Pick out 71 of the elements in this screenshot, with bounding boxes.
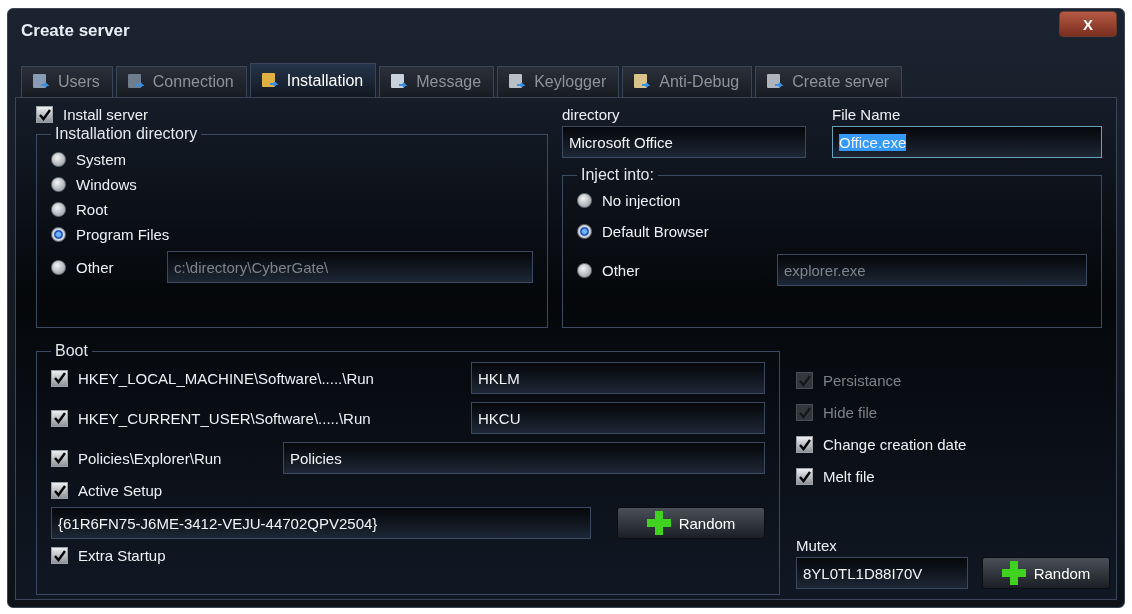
- radio-button[interactable]: [51, 227, 66, 242]
- group-title: Boot: [54, 342, 89, 360]
- checkbox[interactable]: [796, 468, 813, 485]
- radio-button[interactable]: [577, 262, 592, 278]
- radio-label: Other: [602, 261, 640, 279]
- check-icon: [798, 406, 811, 419]
- check-icon: [53, 484, 66, 497]
- check-icon: [798, 374, 811, 387]
- check-icon: [53, 372, 66, 384]
- checkbox[interactable]: [36, 106, 53, 123]
- checkbox-label: HKEY_LOCAL_MACHINE\Software\.....\Run: [78, 369, 374, 387]
- path-field[interactable]: c:\directory\CyberGate\: [167, 251, 533, 283]
- group-title: Installation directory: [54, 125, 199, 143]
- random-button[interactable]: Random: [982, 557, 1110, 589]
- check-icon: [38, 108, 51, 121]
- plus-icon: [1001, 561, 1026, 585]
- checkbox[interactable]: [51, 482, 68, 499]
- close-button[interactable]: X: [1059, 11, 1117, 37]
- tab[interactable]: Keylogger: [497, 66, 620, 97]
- radio-label: Other: [76, 258, 114, 276]
- checkbox[interactable]: [51, 449, 68, 467]
- tab[interactable]: Installation: [249, 63, 377, 97]
- checkbox[interactable]: [51, 547, 68, 564]
- tab[interactable]: Users: [21, 66, 113, 97]
- check-icon: [53, 412, 66, 424]
- directory-field[interactable]: Microsoft Office: [562, 126, 806, 158]
- checkbox-label: Extra Startup: [78, 547, 166, 564]
- radio-button[interactable]: [577, 193, 592, 208]
- process-field[interactable]: explorer.exe: [777, 254, 1087, 286]
- checkbox-label: Melt file: [823, 468, 875, 485]
- tab[interactable]: Create server: [755, 66, 903, 97]
- radio-label: No injection: [602, 192, 681, 209]
- random-button[interactable]: Random: [617, 507, 765, 539]
- radio-label: Root: [76, 201, 108, 218]
- field-label: File Name: [832, 106, 902, 123]
- tab[interactable]: Anti-Debug: [622, 66, 753, 97]
- field-label: directory: [562, 106, 621, 123]
- window-title: Create server: [21, 21, 130, 41]
- checkbox[interactable]: [796, 436, 813, 453]
- plus-icon: [646, 511, 671, 535]
- checkbox-label: Persistance: [823, 372, 902, 389]
- radio-label: Program Files: [76, 226, 170, 243]
- radio-button[interactable]: [51, 177, 66, 192]
- checkbox[interactable]: [51, 409, 68, 427]
- checkbox-label: Change creation date: [823, 436, 967, 453]
- checkbox-label: HKEY_CURRENT_USER\Software\.....\Run: [78, 409, 371, 427]
- checkbox-label: Install server: [63, 106, 149, 123]
- tab[interactable]: Connection: [115, 66, 247, 97]
- radio-button[interactable]: [51, 259, 66, 275]
- radio-label: Windows: [76, 176, 137, 193]
- check-icon: [798, 470, 811, 483]
- radio-label: Default Browser: [602, 223, 709, 240]
- field-label: Mutex: [796, 537, 838, 554]
- checkbox-label: Hide file: [823, 404, 878, 421]
- registry-value-field[interactable]: Policies: [283, 442, 765, 474]
- registry-value-field[interactable]: HKLM: [471, 362, 765, 394]
- radio-button[interactable]: [51, 152, 66, 167]
- check-icon: [798, 438, 811, 451]
- radio-button[interactable]: [577, 224, 592, 239]
- registry-value-field[interactable]: HKCU: [471, 402, 765, 434]
- radio-button[interactable]: [51, 202, 66, 217]
- check-icon: [53, 549, 66, 562]
- checkbox[interactable]: [51, 369, 68, 387]
- tab[interactable]: Message: [379, 66, 495, 97]
- checkbox-label: Active Setup: [78, 482, 163, 499]
- checkbox-label: Policies\Explorer\Run: [78, 449, 222, 467]
- radio-label: System: [76, 151, 126, 168]
- group-title: Inject into:: [580, 166, 655, 184]
- check-icon: [53, 452, 66, 464]
- mutex-field[interactable]: 8YL0TL1D88I70V: [796, 557, 968, 589]
- guid-field[interactable]: {61R6FN75-J6ME-3412-VEJU-44702QPV2504}: [51, 507, 591, 539]
